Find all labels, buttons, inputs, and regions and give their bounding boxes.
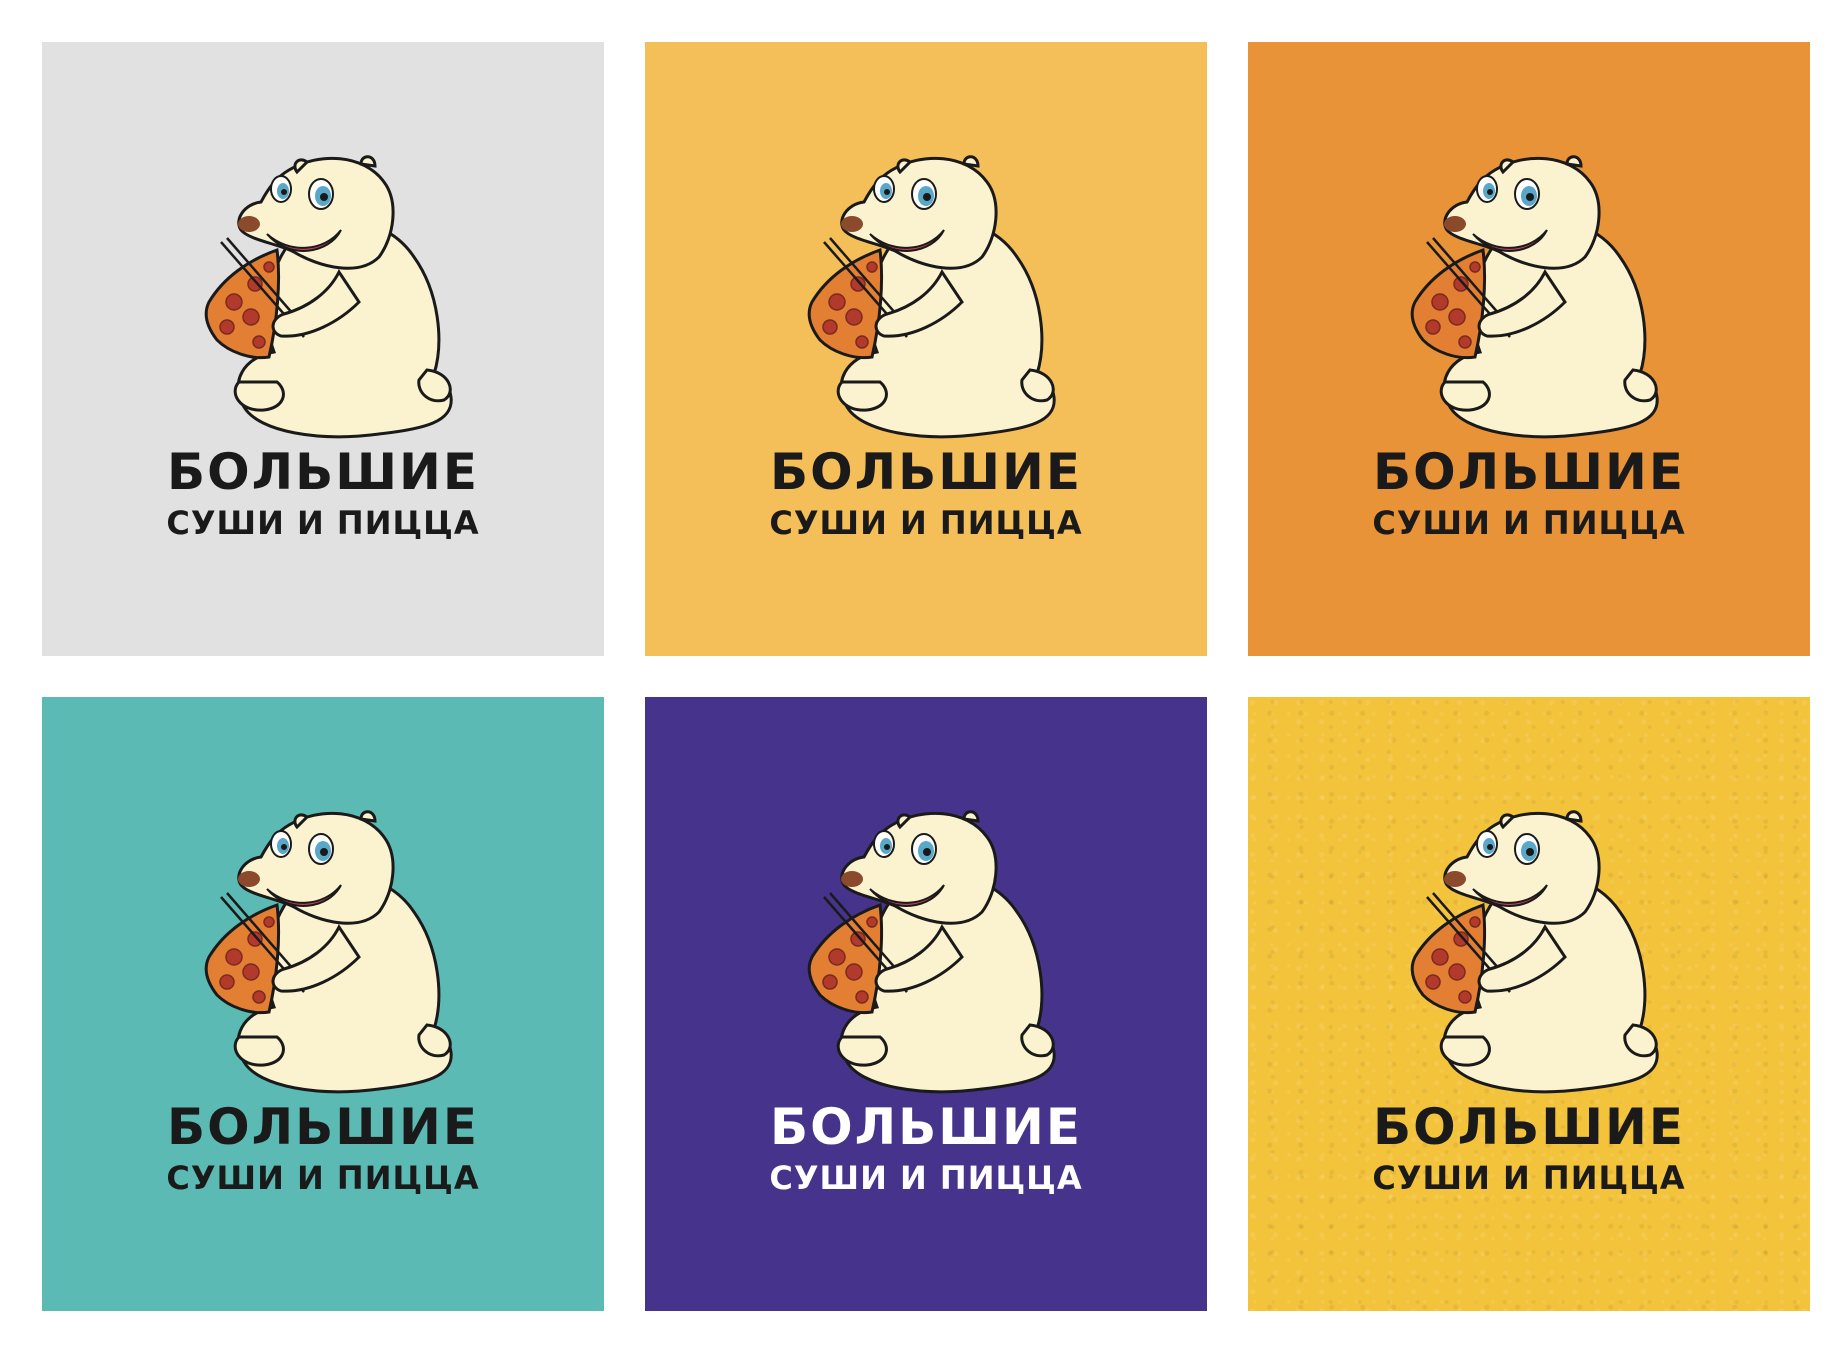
- brand-name-line-2: СУШИ И ПИЦЦА: [166, 1159, 480, 1197]
- logo-tile-yellow: БОЛЬШИЕ СУШИ И ПИЦЦА: [645, 42, 1207, 656]
- polar-bear-mascot-icon: [1410, 155, 1659, 439]
- brand-name-line-1: БОЛЬШИЕ: [769, 443, 1083, 501]
- logo-tile-purple: БОЛЬШИЕ СУШИ И ПИЦЦА: [645, 697, 1207, 1311]
- brand-name-line-1: БОЛЬШИЕ: [769, 1098, 1083, 1156]
- brand-name-line-1: БОЛЬШИЕ: [166, 1098, 480, 1156]
- brand-name-line-2: СУШИ И ПИЦЦА: [1372, 504, 1686, 542]
- logo-tile-gray: БОЛЬШИЕ СУШИ И ПИЦЦА: [42, 42, 604, 656]
- brand-name-line-2: СУШИ И ПИЦЦА: [769, 504, 1083, 542]
- brand-name-line-2: СУШИ И ПИЦЦА: [769, 1159, 1083, 1197]
- logo-tile-orange: БОЛЬШИЕ СУШИ И ПИЦЦА: [1248, 42, 1810, 656]
- brand-name-line-1: БОЛЬШИЕ: [166, 443, 480, 501]
- brand-name-line-2: СУШИ И ПИЦЦА: [1372, 1159, 1686, 1197]
- brand-name-line-2: СУШИ И ПИЦЦА: [166, 504, 480, 542]
- polar-bear-mascot-icon: [204, 155, 453, 439]
- polar-bear-mascot-icon: [807, 810, 1056, 1094]
- brand-name-line-1: БОЛЬШИЕ: [1372, 1098, 1686, 1156]
- polar-bear-mascot-icon: [807, 155, 1056, 439]
- logo-tile-teal: БОЛЬШИЕ СУШИ И ПИЦЦА: [42, 697, 604, 1311]
- logo-tile-textured-yellow: БОЛЬШИЕ СУШИ И ПИЦЦА: [1248, 697, 1810, 1311]
- brand-name-line-1: БОЛЬШИЕ: [1372, 443, 1686, 501]
- polar-bear-mascot-icon: [1410, 810, 1659, 1094]
- polar-bear-mascot-icon: [204, 810, 453, 1094]
